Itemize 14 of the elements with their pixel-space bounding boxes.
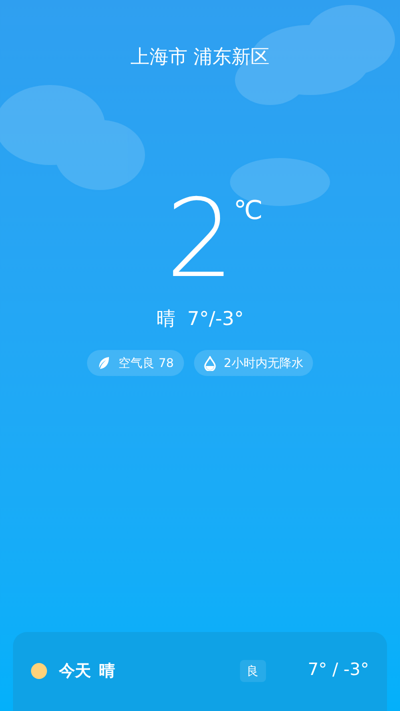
sun-icon <box>31 663 47 679</box>
leaf-icon <box>96 356 111 370</box>
location-title: 上海市 浦东新区 <box>130 45 270 70</box>
info-chip-text: 2小时内无降水 <box>224 355 304 372</box>
forecast-condition: 晴 <box>99 660 115 682</box>
forecast-range: 7° / -3° <box>308 659 369 682</box>
forecast-day: 今天 <box>59 659 91 683</box>
temperature-value: 2 <box>166 190 234 290</box>
temperature-range: 7°/-3° <box>187 307 244 332</box>
water-drop-icon <box>204 356 216 370</box>
temperature-unit: ℃ <box>234 196 263 226</box>
air-quality-badge: 良 <box>240 660 266 682</box>
condition-text: 晴 <box>156 307 176 332</box>
info-chip-text: 空气良 78 <box>118 355 174 372</box>
